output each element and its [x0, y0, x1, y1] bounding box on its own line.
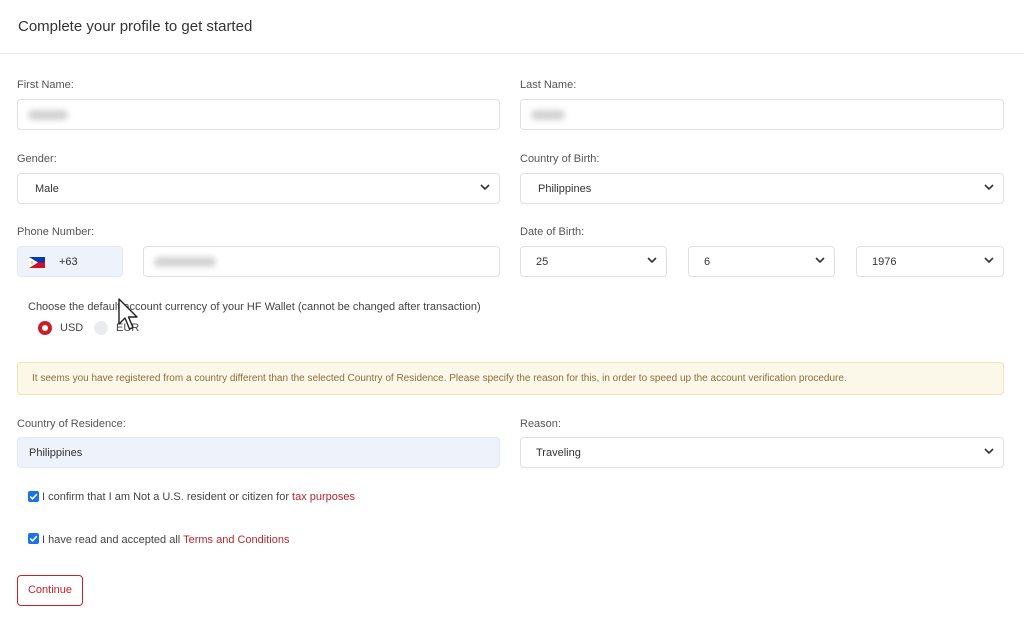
- terms-checkbox[interactable]: [28, 533, 39, 544]
- usd-radio[interactable]: [38, 321, 52, 335]
- country-of-birth-value: Philippines: [538, 183, 592, 195]
- birth-day-value: 25: [536, 256, 549, 268]
- blurred-value: [531, 110, 565, 120]
- check-icon: [29, 535, 38, 542]
- blurred-value: [28, 110, 68, 120]
- first-name-input[interactable]: [17, 99, 500, 130]
- terms-and-conditions-link[interactable]: Terms and Conditions: [183, 534, 289, 546]
- phone-number-input[interactable]: [143, 246, 500, 277]
- gender-select[interactable]: Male: [17, 173, 500, 204]
- phone-number-label: Phone Number:: [17, 226, 95, 238]
- alert-text: It seems you have registered from a coun…: [32, 373, 847, 384]
- page-header: Complete your profile to get started: [0, 0, 1024, 54]
- currency-label: Choose the default account currency of y…: [28, 301, 481, 313]
- check-icon: [29, 493, 38, 500]
- us-resident-label: I confirm that I am Not a U.S. resident …: [42, 491, 293, 503]
- page-title: Complete your profile to get started: [18, 18, 253, 35]
- usd-radio-label[interactable]: USD: [60, 322, 83, 334]
- chevron-down-icon: [984, 448, 994, 455]
- phone-country-code[interactable]: +63: [17, 246, 123, 277]
- terms-label: I have read and accepted all: [42, 534, 184, 546]
- phone-prefix-value: +63: [59, 256, 78, 268]
- first-name-label: First Name:: [17, 79, 74, 91]
- gender-value: Male: [35, 183, 59, 195]
- us-resident-text: I confirm that I am Not a U.S. resident …: [42, 491, 355, 503]
- tax-purposes-link[interactable]: tax purposes: [292, 491, 355, 503]
- country-of-birth-label: Country of Birth:: [520, 153, 600, 165]
- mouse-pointer-icon: [118, 298, 138, 330]
- last-name-input[interactable]: [520, 99, 1004, 130]
- chevron-down-icon: [647, 257, 657, 264]
- chevron-down-icon: [984, 184, 994, 191]
- date-of-birth-label: Date of Birth:: [520, 226, 585, 238]
- birth-year-value: 1976: [872, 256, 897, 268]
- eur-radio[interactable]: [94, 321, 108, 335]
- us-resident-checkbox[interactable]: [28, 491, 39, 502]
- reason-label: Reason:: [520, 418, 561, 430]
- reason-value: Traveling: [536, 447, 581, 459]
- chevron-down-icon: [984, 257, 994, 264]
- blurred-value: [154, 257, 216, 267]
- country-of-residence-value: Philippines: [29, 447, 83, 459]
- birth-day-select[interactable]: 25: [520, 246, 667, 277]
- continue-button[interactable]: Continue: [17, 575, 83, 606]
- country-of-residence-field: Philippines: [17, 437, 500, 468]
- country-of-residence-label: Country of Residence:: [17, 418, 126, 430]
- reason-select[interactable]: Traveling: [520, 437, 1004, 468]
- chevron-down-icon: [480, 184, 490, 191]
- philippines-flag-icon: [29, 257, 45, 268]
- last-name-label: Last Name:: [520, 79, 577, 91]
- birth-month-value: 6: [704, 256, 711, 268]
- chevron-down-icon: [815, 257, 825, 264]
- birth-year-select[interactable]: 1976: [856, 246, 1004, 277]
- birth-month-select[interactable]: 6: [688, 246, 835, 277]
- country-of-birth-select[interactable]: Philippines: [520, 173, 1004, 204]
- gender-label: Gender:: [17, 153, 57, 165]
- terms-text: I have read and accepted all Terms and C…: [42, 534, 289, 546]
- residence-warning-alert: It seems you have registered from a coun…: [17, 362, 1004, 395]
